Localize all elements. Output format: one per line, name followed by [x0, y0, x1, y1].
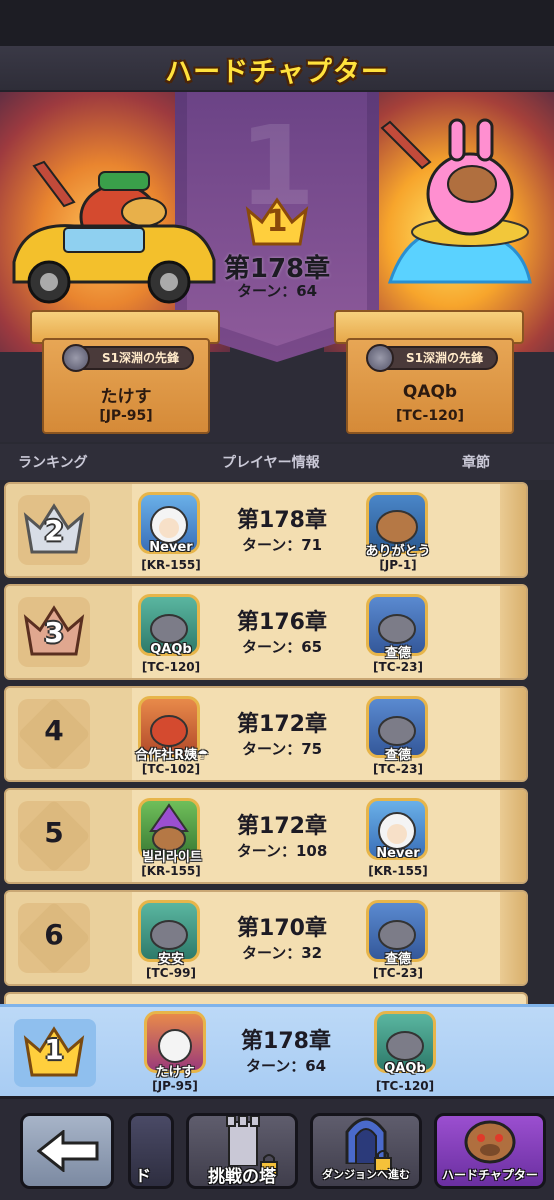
row-edge — [500, 688, 526, 780]
right-player-name: QAQb — [402, 382, 458, 402]
player1-server: [KR-155] — [141, 558, 201, 572]
rank-number: 4 — [44, 714, 64, 747]
status-bar — [0, 0, 554, 46]
player1-name: QAQb — [150, 642, 192, 657]
my-chapter: 第178章 — [241, 1029, 331, 1054]
player2-server: [JP-1] — [379, 558, 417, 572]
player2-server: [TC-23] — [373, 966, 423, 980]
right-player-server: [TC-120] — [396, 408, 464, 424]
my-server: [JP-95] — [152, 1079, 198, 1093]
player1-name: 安安 — [157, 952, 184, 967]
row-turns: ターン：108 — [236, 842, 328, 860]
col-player-info: プレイヤー情報 — [222, 455, 320, 471]
row-chapter: 第172章 — [237, 712, 327, 737]
dungeon-tab[interactable]: ダンジョンへ進む — [310, 1113, 422, 1189]
partner-name: QAQb — [384, 1061, 426, 1076]
player1-server: [TC-102] — [141, 762, 201, 776]
nav-tab-partial[interactable]: ド — [128, 1113, 174, 1189]
ranking-row[interactable]: 2 Never [KR-155] 第178章 ターン：71 ありがとう [JP-… — [4, 482, 528, 578]
row-turns: ターン：71 — [241, 536, 323, 554]
row-chapter: 第170章 — [237, 916, 327, 941]
row-edge — [500, 586, 526, 678]
player1-server: [KR-155] — [141, 864, 201, 878]
row-chapter: 第176章 — [237, 610, 327, 635]
screen: ハードチャプター 1 1 第178章 ターン：64 S1深淵の先鋒 たけす [J… — [0, 0, 554, 1200]
player1-server: [TC-120] — [141, 660, 201, 674]
season-badge-icon — [62, 344, 90, 372]
ranking-row[interactable]: 6 安安 [TC-99] 第170章 ターン：32 查德 [TC-23] — [4, 890, 528, 986]
row-edge — [500, 892, 526, 984]
player2-name: ありがとう — [365, 544, 431, 559]
player1-name: Never — [149, 540, 193, 555]
player1-server: [TC-99] — [146, 966, 196, 980]
row-turns: ターン：32 — [241, 944, 323, 962]
ranking-row[interactable]: 5 빌리라이트 [KR-155] 第172章 ターン：108 Never [KR… — [4, 788, 528, 884]
ranking-row[interactable]: 4 合作社R姨☂ [TC-102] 第172章 ターン：75 查德 [TC-23… — [4, 686, 528, 782]
my-turns: ターン：64 — [245, 1057, 327, 1075]
ranking-row[interactable]: 3 QAQb [TC-120] 第176章 ターン：65 查德 [TC-23] — [4, 584, 528, 680]
rank-number: 2 — [44, 514, 64, 547]
dungeon-tab-label: ダンジョンへ進む — [322, 1168, 410, 1181]
rank-number: 3 — [44, 616, 64, 649]
my-rank-number: 1 — [44, 1033, 64, 1066]
row-edge — [500, 484, 526, 576]
tower-tab-label: 挑戦の塔 — [208, 1167, 276, 1187]
tower-tab[interactable]: 挑戦の塔 — [186, 1113, 298, 1189]
player2-server: [KR-155] — [368, 864, 428, 878]
bottom-nav: ド 挑戦の塔 ダンジョンへ進む ハードチャプター — [0, 1096, 554, 1200]
season-badge-icon — [366, 344, 394, 372]
back-button[interactable] — [20, 1113, 114, 1189]
player2-server: [TC-23] — [373, 660, 423, 674]
top-rank-number: 1 — [266, 204, 288, 239]
capybara-icon — [464, 1120, 516, 1164]
hard-chapter-tab-label: ハードチャプター — [442, 1168, 538, 1182]
left-player-name: たけす — [100, 387, 152, 407]
partner-server: [TC-120] — [375, 1079, 435, 1093]
row-chapter: 第178章 — [237, 508, 327, 533]
player1-name: 合作社R姨☂ — [135, 748, 209, 763]
nav-partial-label: ド — [134, 1166, 151, 1185]
row-chapter: 第172章 — [237, 814, 327, 839]
arrow-left-icon — [37, 1130, 99, 1172]
player2-name: 查德 — [384, 952, 411, 967]
col-chapter: 章節 — [462, 455, 490, 471]
my-ranking-row[interactable]: 1 たけす [JP-95] 第178章 ターン：64 QAQb [TC-120] — [0, 1004, 554, 1096]
top-rank-hero: 1 1 第178章 ターン：64 S1深淵の先鋒 たけす [JP-95] S1深… — [0, 92, 554, 442]
player2-name: 查德 — [384, 646, 411, 661]
left-player-server: [JP-95] — [99, 408, 153, 424]
player1-name: 빌리라이트 — [142, 850, 202, 865]
top-turns: ターン：64 — [236, 282, 318, 300]
row-turns: ターン：75 — [241, 740, 323, 758]
rank-number: 6 — [44, 918, 64, 951]
hard-chapter-tab[interactable]: ハードチャプター — [434, 1113, 546, 1189]
page-title: ハードチャプター — [165, 57, 389, 88]
col-ranking: ランキング — [18, 455, 88, 471]
row-edge — [500, 790, 526, 882]
tower-icon — [226, 1116, 260, 1166]
rank-number: 5 — [44, 816, 64, 849]
player2-server: [TC-23] — [373, 762, 423, 776]
row-turns: ターン：65 — [241, 638, 323, 656]
pink-capybara-hero-icon[interactable] — [370, 112, 540, 312]
car-hero-icon[interactable] — [4, 142, 224, 312]
my-name: たけす — [155, 1065, 195, 1080]
player2-name: Never — [376, 846, 420, 861]
player2-name: 查德 — [384, 748, 411, 763]
